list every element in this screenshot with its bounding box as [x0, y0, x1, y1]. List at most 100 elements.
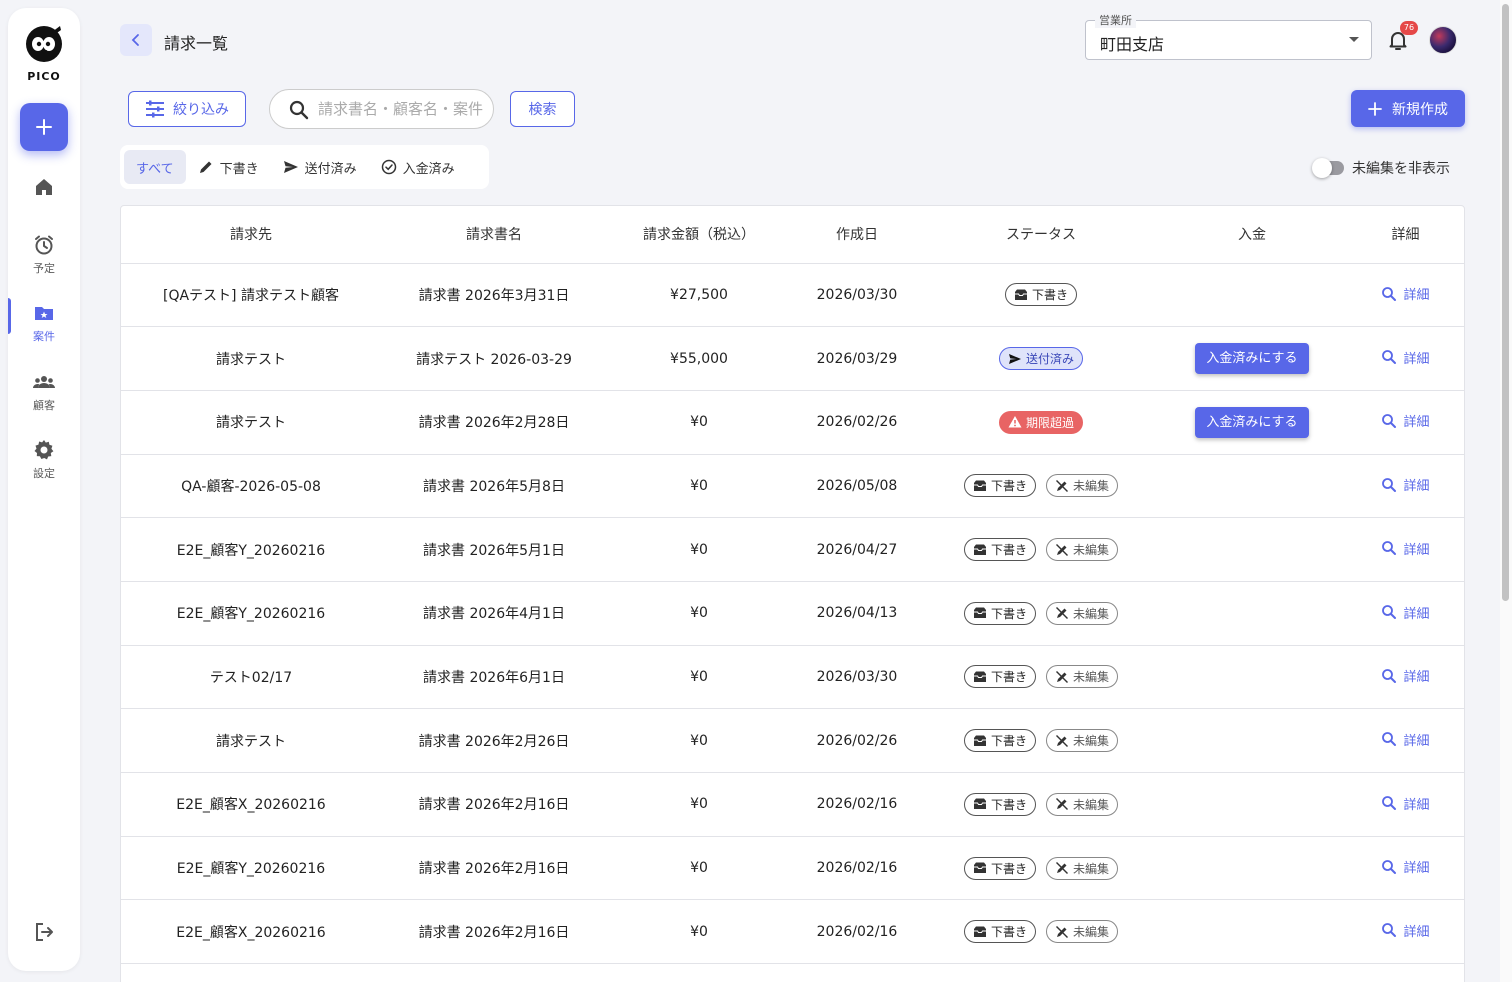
- cell-amount: ¥0: [607, 517, 791, 582]
- search-button[interactable]: 検索: [510, 91, 575, 127]
- table-row[interactable]: E2E_顧客X_20260216 請求書 2026年2月16日 ¥0 2026/02/…: [121, 772, 1464, 837]
- table-row[interactable]: 請求テスト 請求書 2026年2月26日 ¥0 2026/02/26 下書き 未編集 詳細: [121, 708, 1464, 773]
- status-chip-draft: 下書き: [963, 920, 1036, 944]
- no-edit-icon: [1056, 670, 1068, 683]
- inbox-icon: [973, 671, 986, 682]
- table-row[interactable]: [QAテスト] 請求テスト顧客 請求書 2026年3月31日 ¥27,500 2026…: [121, 263, 1464, 328]
- cell-payment: [1159, 581, 1345, 646]
- pico-logo[interactable]: PICO: [22, 24, 66, 83]
- status-chip-draft: 下書き: [963, 729, 1036, 753]
- new-invoice-button-label: 新規作成: [1392, 101, 1448, 118]
- cell-payment: [1159, 263, 1345, 328]
- detail-link[interactable]: 詳細: [1381, 284, 1430, 303]
- sidebar-item-label: 顧客: [33, 399, 55, 412]
- sidebar-item-label: 案件: [33, 330, 55, 343]
- notification-badge: 76: [1400, 21, 1418, 35]
- search-icon: [1382, 859, 1397, 874]
- tab-label: 入金済み: [402, 161, 455, 177]
- cell-client: E2E_顧客Y_20260216: [121, 836, 381, 901]
- tab-draft[interactable]: 下書き: [186, 150, 271, 184]
- hide-unedited-toggle[interactable]: 未編集を非表示: [1312, 158, 1450, 178]
- cell-detail: 詳細: [1345, 263, 1464, 328]
- filter-button[interactable]: 絞り込み: [128, 91, 246, 127]
- tab-sent[interactable]: 送付済み: [271, 150, 369, 184]
- detail-link[interactable]: 詳細: [1381, 921, 1430, 940]
- detail-link-label: 詳細: [1403, 479, 1430, 495]
- cell-amount: ¥27,500: [607, 263, 791, 328]
- table-header-row: 請求先 請求書名 請求金額（税込） 作成日 ステータス 入金 詳細: [121, 206, 1464, 264]
- cell-name: 請求書 2026年5月8日: [381, 454, 607, 519]
- table-row[interactable]: E2E_顧客Y_20260216 請求書 2026年5月1日 ¥0 2026/04/2…: [121, 517, 1464, 582]
- toggle-label: 未編集を非表示: [1352, 161, 1450, 177]
- no-edit-icon: [1056, 925, 1068, 938]
- detail-link-label: 詳細: [1403, 606, 1430, 622]
- detail-link[interactable]: 詳細: [1381, 794, 1430, 813]
- warning-icon: [1008, 416, 1022, 428]
- logout-icon[interactable]: [32, 920, 56, 944]
- sidebar-item-settings[interactable]: 設定: [8, 438, 80, 481]
- table-row[interactable]: 請求テスト 請求書 2026年2月28日 ¥0 2026/02/26 期限超過 入金済みに…: [121, 390, 1464, 455]
- tab-paid[interactable]: 入金済み: [369, 150, 467, 184]
- create-fab-button[interactable]: [20, 103, 68, 151]
- inbox-icon: [973, 607, 986, 619]
- search-input[interactable]: [318, 90, 488, 128]
- cell-client: E2E_顧客X_20260216: [121, 772, 381, 837]
- detail-link[interactable]: 詳細: [1381, 603, 1430, 622]
- status-chip-label: 未編集: [1073, 606, 1110, 621]
- detail-link[interactable]: 詳細: [1381, 730, 1430, 749]
- sidebar-item-customers[interactable]: 顧客: [8, 370, 80, 413]
- cell-amount: ¥0: [607, 581, 791, 646]
- no-edit-icon: [1056, 862, 1068, 875]
- office-select[interactable]: 営業所 町田支店: [1085, 12, 1372, 60]
- cell-name: 請求書 2026年5月1日: [381, 517, 607, 582]
- search-box[interactable]: [269, 89, 494, 129]
- table-row[interactable]: E2E_顧客Y_20260216 請求書 2026年2月16日 ¥0 2026/02/…: [121, 836, 1464, 901]
- back-button[interactable]: [120, 24, 152, 56]
- detail-link[interactable]: 詳細: [1381, 539, 1430, 558]
- new-invoice-button[interactable]: 新規作成: [1351, 90, 1465, 127]
- cell-payment: [1159, 645, 1345, 710]
- detail-link-label: 詳細: [1403, 670, 1430, 686]
- people-icon: [33, 376, 55, 388]
- status-chip-unedited: 未編集: [1046, 792, 1119, 816]
- cell-client: E2E_顧客X_20260216: [121, 899, 381, 965]
- status-chip-unedited: 未編集: [1046, 601, 1119, 625]
- toggle-switch[interactable]: [1312, 158, 1344, 178]
- sidebar-item-home[interactable]: [8, 175, 80, 199]
- table-row[interactable]: テスト02/17 請求書 2026年6月1日 ¥0 2026/03/30 下書き 未編集 詳…: [121, 645, 1464, 710]
- status-chip-label: 未編集: [1073, 925, 1110, 940]
- detail-link[interactable]: 詳細: [1381, 857, 1430, 877]
- cell-client: 請求テスト: [121, 326, 381, 391]
- mark-paid-button[interactable]: 入金済みにする: [1195, 343, 1309, 375]
- status-chip-unedited: 未編集: [1046, 729, 1119, 753]
- search-icon: [1382, 350, 1397, 365]
- cell-name: 請求書 2026年4月1日: [381, 581, 607, 646]
- cell-payment: [1159, 836, 1345, 901]
- cell-status: 下書き 未編集: [923, 581, 1159, 646]
- inbox-icon: [973, 735, 986, 746]
- tab-label: 下書き: [219, 161, 259, 177]
- sidebar-item-schedule[interactable]: 予定: [8, 233, 80, 276]
- mark-paid-button[interactable]: 入金済みにする: [1195, 406, 1309, 438]
- detail-link[interactable]: 詳細: [1381, 666, 1430, 686]
- table-row[interactable]: QA-顧客-2026-05-08 請求書 2026年5月8日 ¥0 2026/05/0…: [121, 454, 1464, 519]
- no-edit-icon: [1056, 543, 1068, 556]
- cell-status: 下書き 未編集: [923, 772, 1159, 837]
- chevron-left-icon: [131, 34, 139, 46]
- detail-link[interactable]: 詳細: [1381, 411, 1430, 430]
- search-icon: [289, 100, 309, 120]
- detail-link-label: 詳細: [1403, 861, 1430, 877]
- detail-link[interactable]: 詳細: [1381, 348, 1430, 367]
- cell-client: 請求テスト: [121, 390, 381, 455]
- table-row[interactable]: E2E_顧客Y_20260216 請求書 2026年4月1日 ¥0 2026/04/1…: [121, 581, 1464, 646]
- avatar[interactable]: [1429, 26, 1457, 54]
- scrollbar-thumb[interactable]: [1502, 4, 1509, 601]
- table-row[interactable]: E2E_顧客X_20260216 請求書 2026年2月16日 ¥0 2026/02/…: [121, 899, 1464, 965]
- cell-name: 請求書 2026年2月16日: [381, 836, 607, 901]
- cell-client: [QAテスト] 請求テスト顧客: [121, 263, 381, 328]
- table-row[interactable]: 請求テスト 請求テスト 2026-03-29 ¥55,000 2026/03/29 送付…: [121, 326, 1464, 391]
- sidebar-item-projects[interactable]: 案件: [8, 301, 80, 344]
- folder-star-icon: [35, 307, 53, 320]
- tab-all[interactable]: すべて: [124, 150, 186, 184]
- detail-link[interactable]: 詳細: [1381, 475, 1430, 495]
